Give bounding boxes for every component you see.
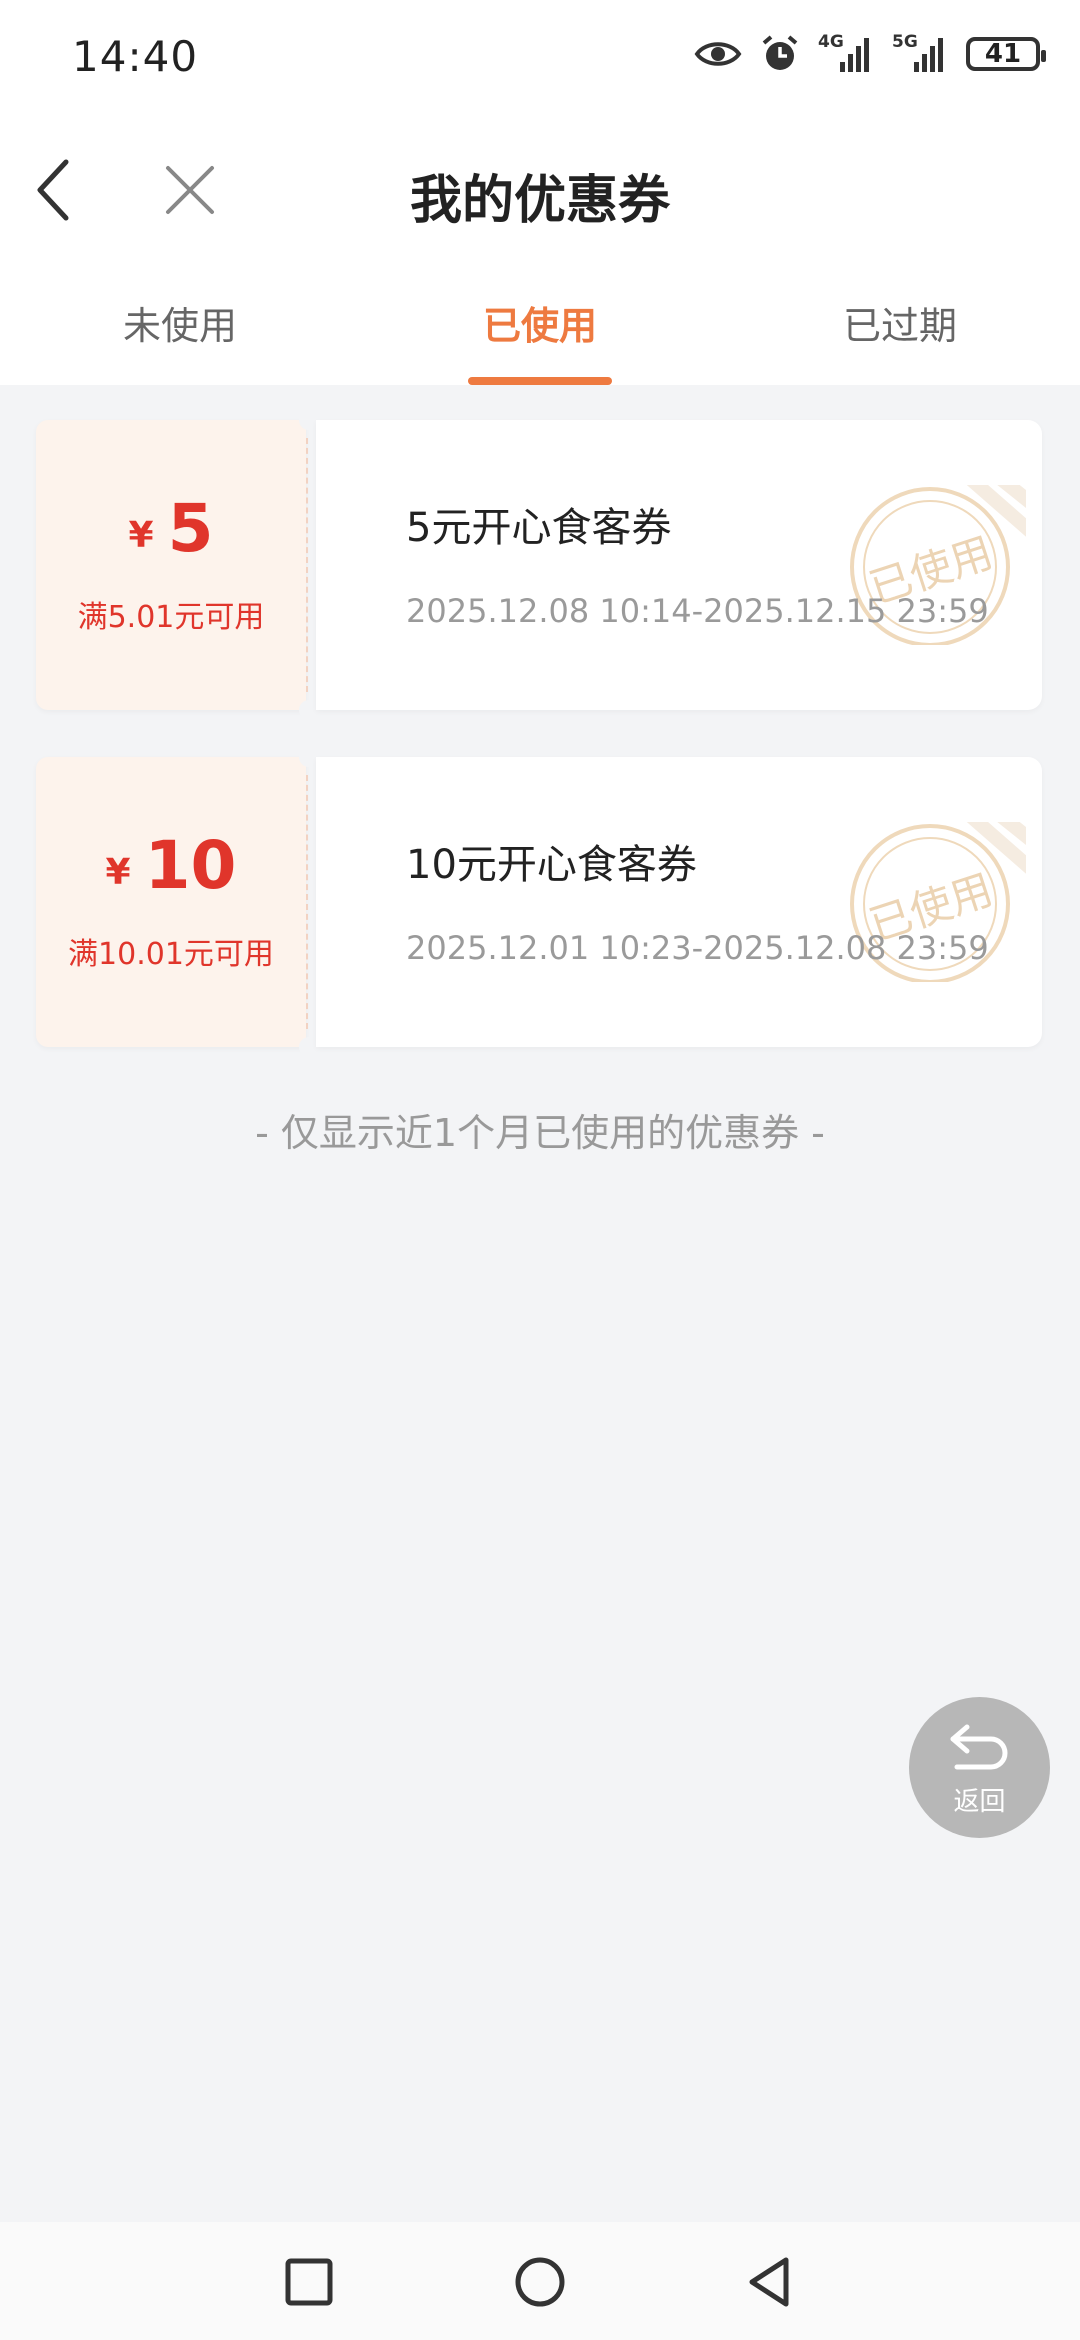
coupon-amount: 10 bbox=[144, 827, 237, 904]
circle-icon[interactable] bbox=[512, 2254, 568, 2310]
coupon-value-panel: ¥10 满10.01元可用 bbox=[36, 757, 306, 1047]
coupon-info-panel: 已使用 5元开心食客券 2025.12.08 10:14-2025.12.15 … bbox=[316, 420, 1042, 710]
coupon-validity-period: 2025.12.08 10:14-2025.12.15 23:59 bbox=[406, 592, 989, 630]
coupon-amount-row: ¥5 bbox=[36, 490, 306, 567]
coupon-divider bbox=[306, 775, 308, 1029]
coupon-condition: 满5.01元可用 bbox=[77, 600, 265, 635]
tab-unused[interactable]: 未使用 bbox=[0, 280, 360, 385]
alarm-icon bbox=[760, 34, 800, 74]
return-button[interactable]: 返回 bbox=[909, 1697, 1050, 1838]
status-time: 14:40 bbox=[72, 32, 199, 81]
triangle-back-icon[interactable] bbox=[742, 2254, 798, 2310]
tab-bar: 未使用 已使用 已过期 bbox=[0, 280, 1080, 385]
coupon-info-panel: 已使用 10元开心食客券 2025.12.01 10:23-2025.12.08… bbox=[316, 757, 1042, 1047]
coupon-divider bbox=[306, 438, 308, 692]
status-icons: 4G 5G 41 bbox=[694, 32, 1046, 74]
coupon-amount: 5 bbox=[167, 490, 214, 567]
square-icon[interactable] bbox=[281, 2254, 337, 2310]
tab-label: 已过期 bbox=[842, 304, 957, 348]
coupon-value-panel: ¥5 满5.01元可用 bbox=[36, 420, 306, 710]
coupon-name: 10元开心食客券 bbox=[406, 842, 697, 888]
coupon-card[interactable]: ¥5 满5.01元可用 已使用 5元开心食客券 2025.12.08 10:14… bbox=[36, 410, 1042, 720]
battery-icon: 41 bbox=[966, 37, 1046, 71]
coupon-card[interactable]: ¥10 满10.01元可用 已使用 10元开心食客券 2025.12.01 10… bbox=[36, 747, 1042, 1057]
coupon-condition: 满10.01元可用 bbox=[68, 937, 274, 972]
footer-note: - 仅显示近1个月已使用的优惠券 - bbox=[255, 1111, 825, 1155]
signal-icon: 4G bbox=[818, 32, 874, 74]
currency-symbol: ¥ bbox=[105, 852, 131, 893]
coupon-name: 5元开心食客券 bbox=[406, 505, 672, 551]
signal-icon: 5G bbox=[892, 32, 948, 74]
tab-used[interactable]: 已使用 bbox=[360, 280, 720, 385]
return-arrow-icon bbox=[950, 1724, 1008, 1770]
tab-expired[interactable]: 已过期 bbox=[720, 280, 1080, 385]
active-tab-indicator bbox=[468, 377, 612, 385]
tab-label: 未使用 bbox=[122, 304, 237, 348]
tab-label: 已使用 bbox=[482, 304, 597, 348]
currency-symbol: ¥ bbox=[128, 515, 154, 556]
system-navigation-bar bbox=[0, 2222, 1080, 2340]
coupon-amount-row: ¥10 bbox=[36, 827, 306, 904]
page-title: 我的优惠券 bbox=[409, 171, 670, 231]
return-label: 返回 bbox=[953, 1787, 1006, 1817]
eye-icon bbox=[694, 38, 742, 70]
coupon-validity-period: 2025.12.01 10:23-2025.12.08 23:59 bbox=[406, 929, 989, 967]
battery-level: 41 bbox=[984, 39, 1022, 69]
